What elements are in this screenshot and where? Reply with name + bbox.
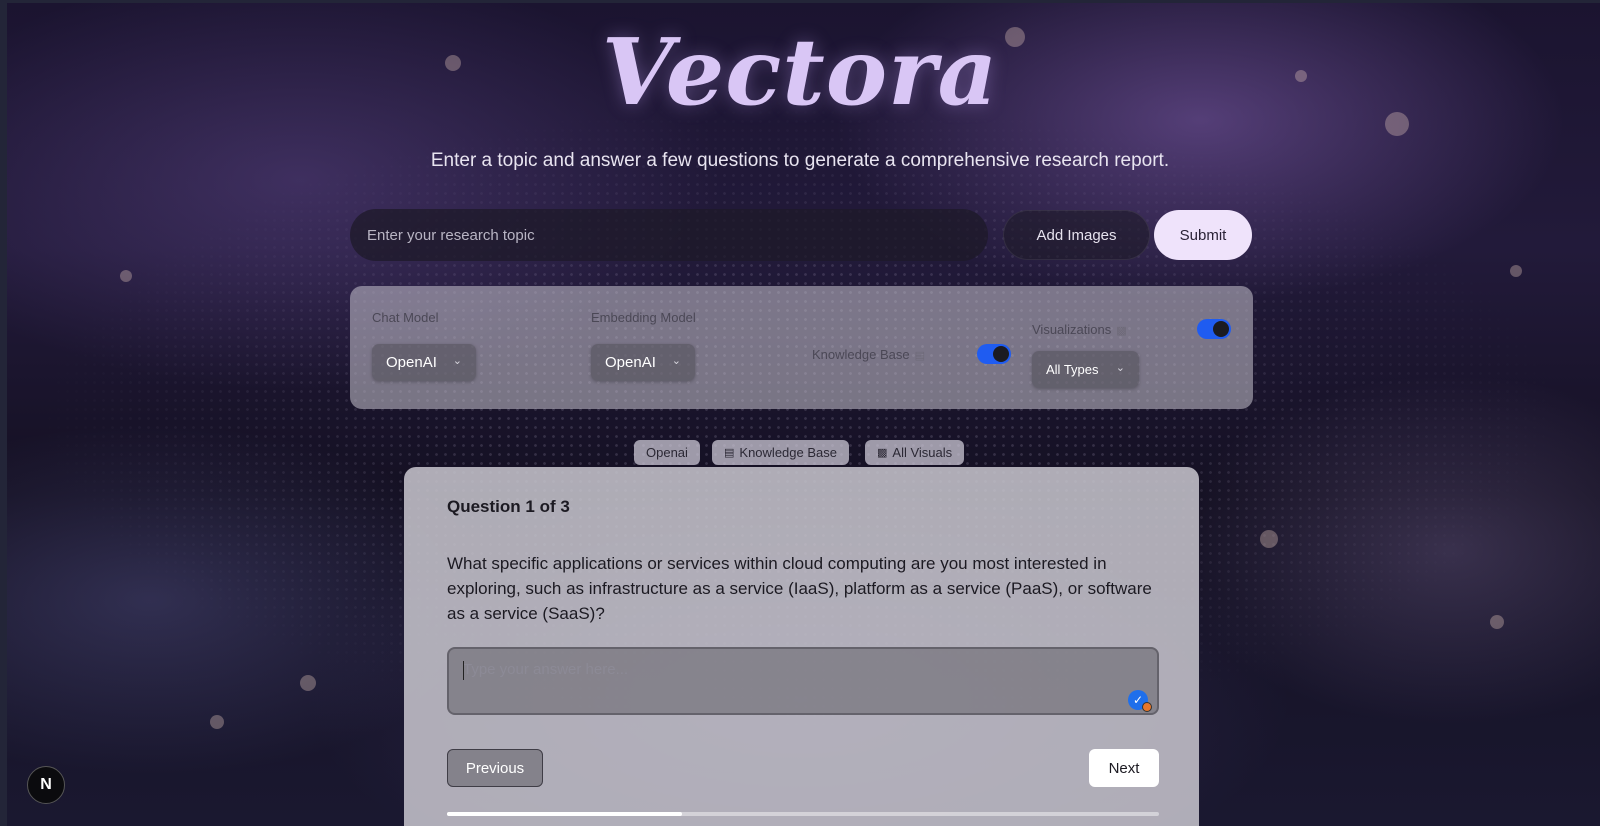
previous-button[interactable]: Previous bbox=[447, 749, 543, 787]
bar-chart-icon: ▩ bbox=[877, 447, 888, 459]
question-text: What specific applications or services w… bbox=[447, 554, 1152, 623]
toggle-knob bbox=[993, 346, 1009, 362]
window-frame-top bbox=[0, 0, 1600, 3]
page-subtitle: Enter a topic and answer a few questions… bbox=[430, 150, 1170, 171]
visualization-type-value: All Types bbox=[1046, 362, 1099, 377]
chip-chat-model: Openai bbox=[634, 440, 700, 465]
add-images-button[interactable]: Add Images bbox=[1003, 210, 1150, 260]
visualizations-toggle[interactable] bbox=[1197, 319, 1231, 339]
bokeh-light bbox=[210, 715, 224, 729]
chat-model-label: Chat Model bbox=[372, 310, 439, 325]
bar-chart-icon: ▩ bbox=[1116, 325, 1127, 337]
research-topic-input[interactable] bbox=[350, 209, 988, 261]
bokeh-light bbox=[300, 675, 316, 691]
question-progress-bar bbox=[447, 812, 1159, 816]
bokeh-light bbox=[1260, 530, 1278, 548]
database-icon: ▤ bbox=[914, 350, 925, 362]
next-button[interactable]: Next bbox=[1089, 749, 1159, 787]
visualization-type-select[interactable]: All Types ⌄ bbox=[1032, 351, 1139, 388]
answer-textarea[interactable] bbox=[447, 647, 1159, 715]
toggle-knob bbox=[1213, 321, 1229, 337]
chip-visuals: ▩ All Visuals bbox=[865, 440, 965, 465]
chip-knowledge-base: ▤ Knowledge Base bbox=[712, 440, 849, 465]
nextjs-badge[interactable]: N bbox=[27, 766, 65, 804]
knowledge-base-label: Knowledge Base ▤ bbox=[812, 347, 925, 362]
question-counter: Question 1 of 3 bbox=[447, 497, 570, 516]
embedding-model-value: OpenAI bbox=[605, 354, 656, 371]
chat-model-select[interactable]: OpenAI ⌄ bbox=[372, 344, 476, 381]
chevron-down-icon: ⌄ bbox=[452, 355, 462, 367]
chevron-down-icon: ⌄ bbox=[671, 355, 681, 367]
knowledge-base-toggle[interactable] bbox=[977, 344, 1011, 364]
bokeh-light bbox=[120, 270, 132, 282]
database-icon: ▤ bbox=[724, 447, 735, 459]
embedding-model-label: Embedding Model bbox=[591, 310, 696, 325]
text-cursor bbox=[463, 661, 464, 680]
status-dot bbox=[1142, 702, 1152, 712]
bokeh-light bbox=[1490, 615, 1504, 629]
question-card: Question 1 of 3 What specific applicatio… bbox=[404, 467, 1199, 826]
settings-panel: Chat Model OpenAI ⌄ Embedding Model Open… bbox=[350, 286, 1253, 409]
submit-button[interactable]: Submit bbox=[1154, 210, 1252, 260]
embedding-model-select[interactable]: OpenAI ⌄ bbox=[591, 344, 695, 381]
app-logo: Vectora bbox=[601, 18, 999, 126]
chevron-down-icon: ⌄ bbox=[1115, 362, 1125, 374]
progress-fill bbox=[447, 812, 682, 816]
chat-model-value: OpenAI bbox=[386, 354, 437, 371]
visualizations-label: Visualizations ▩ bbox=[1032, 322, 1127, 337]
bokeh-light bbox=[1510, 265, 1522, 277]
